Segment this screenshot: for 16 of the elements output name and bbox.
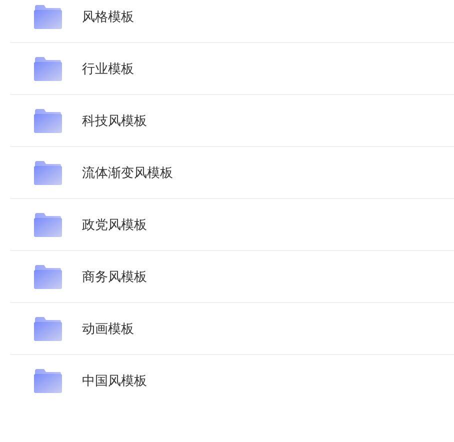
folder-icon (34, 108, 62, 132)
folder-name[interactable]: 流体渐变风模板 (82, 164, 173, 182)
folder-icon (34, 316, 62, 340)
folder-icon (34, 56, 62, 80)
folder-icon (34, 369, 62, 393)
folder-icon (34, 212, 62, 236)
folder-icon (34, 4, 62, 28)
folder-name[interactable]: 行业模板 (82, 60, 134, 78)
folder-icon (34, 160, 62, 184)
folder-name[interactable]: 政党风模板 (82, 216, 147, 234)
folder-icon (34, 264, 62, 288)
folder-name[interactable]: 商务风模板 (82, 268, 147, 286)
folder-name[interactable]: 风格模板 (82, 8, 134, 26)
folder-name[interactable]: 动画模板 (82, 320, 134, 338)
folder-name[interactable]: 中国风模板 (82, 372, 147, 390)
folder-name[interactable]: 科技风模板 (82, 112, 147, 130)
